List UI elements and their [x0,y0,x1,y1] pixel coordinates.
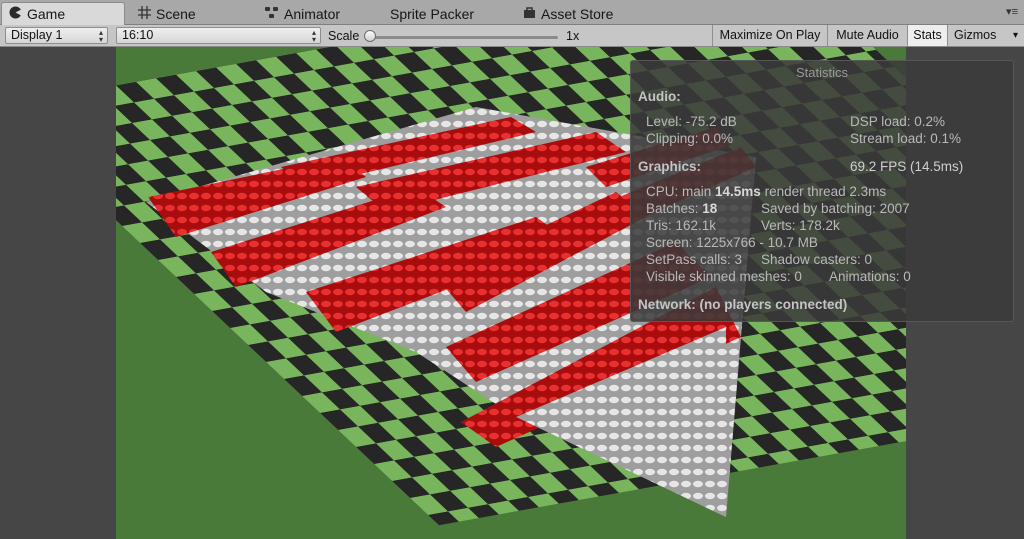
animations-count: Animations: 0 [829,269,911,284]
animator-icon [264,6,279,22]
bag-icon [523,6,536,22]
gizmos-button[interactable]: Gizmos ▾ [947,25,1024,46]
statistics-title: Statistics [795,65,848,80]
network-status: Network: (no players connected) [638,297,848,312]
batches-line: Batches: 18 [646,201,717,216]
pacman-icon [9,6,22,22]
scale-label: Scale [328,29,360,43]
panel-menu-icon[interactable]: ▾≡ [1006,5,1018,18]
display-dropdown[interactable]: Display 1 ▴ ▾ [5,27,108,44]
scale-slider-handle[interactable] [364,30,376,42]
verts-count: Verts: 178.2k [761,218,840,233]
tris-count: Tris: 162.1k [646,218,717,233]
tab-scene[interactable]: Scene [138,2,196,25]
stream-load: Stream load: 0.1% [850,131,962,146]
tab-bar: Game Scene Animator Sprite Packer Asset … [0,0,1024,25]
batches-prefix: Batches: [646,201,703,216]
scale-value: 1x [566,29,580,43]
tab-animator[interactable]: Animator [264,2,340,25]
screen-info: Screen: 1225x766 - 10.7 MB [646,235,818,250]
dropdown-arrows-icon: ▴ ▾ [311,28,316,44]
cpu-render-thread: render thread 2.3ms [760,184,887,199]
visible-skinned-meshes: Visible skinned meshes: 0 [646,269,802,284]
maximize-on-play-button[interactable]: Maximize On Play [712,25,827,46]
batches-value: 18 [702,201,718,216]
audio-level: Level: -75.2 dB [646,114,737,129]
audio-header: Audio: [638,89,681,104]
game-toolbar: Display 1 ▴ ▾ 16:10 ▴ ▾ Scale 1x Maximize … [0,25,1024,47]
shadow-casters: Shadow casters: 0 [761,252,873,267]
tab-game[interactable]: Game [1,2,125,25]
scale-slider-track[interactable] [372,36,558,39]
display-dropdown-label: Display 1 [11,28,63,42]
cpu-main-value: 14.5ms [715,184,761,199]
tab-asset-store-label: Asset Store [541,5,614,22]
fps-readout: 69.2 FPS (14.5ms) [850,159,964,174]
gizmos-dropdown-icon: ▾ [1012,30,1018,41]
tab-animator-label: Animator [284,5,341,22]
dropdown-arrows-icon: ▴ ▾ [98,28,103,44]
tab-asset-store[interactable]: Asset Store [523,2,613,25]
tab-sprite-packer[interactable]: Sprite Packer [390,2,474,25]
graphics-header: Graphics: [638,159,702,174]
setpass-calls: SetPass calls: 3 [646,252,743,267]
tab-scene-label: Scene [156,5,196,22]
mute-audio-button[interactable]: Mute Audio [827,25,907,46]
gizmos-label: Gizmos [954,28,997,42]
aspect-dropdown-label: 16:10 [122,28,154,42]
tab-sprite-packer-label: Sprite Packer [390,5,475,22]
dsp-load: DSP load: 0.2% [850,114,946,129]
aspect-dropdown[interactable]: 16:10 ▴ ▾ [116,27,321,44]
cpu-line: CPU: main 14.5ms render thread 2.3ms [646,184,886,199]
tab-game-label: Game [27,6,66,22]
stats-button[interactable]: Stats [907,25,947,46]
cpu-prefix: CPU: main [646,184,716,199]
saved-by-batching: Saved by batching: 2007 [761,201,910,216]
audio-clipping: Clipping: 0.0% [646,131,734,146]
statistics-panel: Statistics Audio: Level: -75.2 dB Clippi… [630,60,1014,322]
grid-icon [138,5,151,22]
